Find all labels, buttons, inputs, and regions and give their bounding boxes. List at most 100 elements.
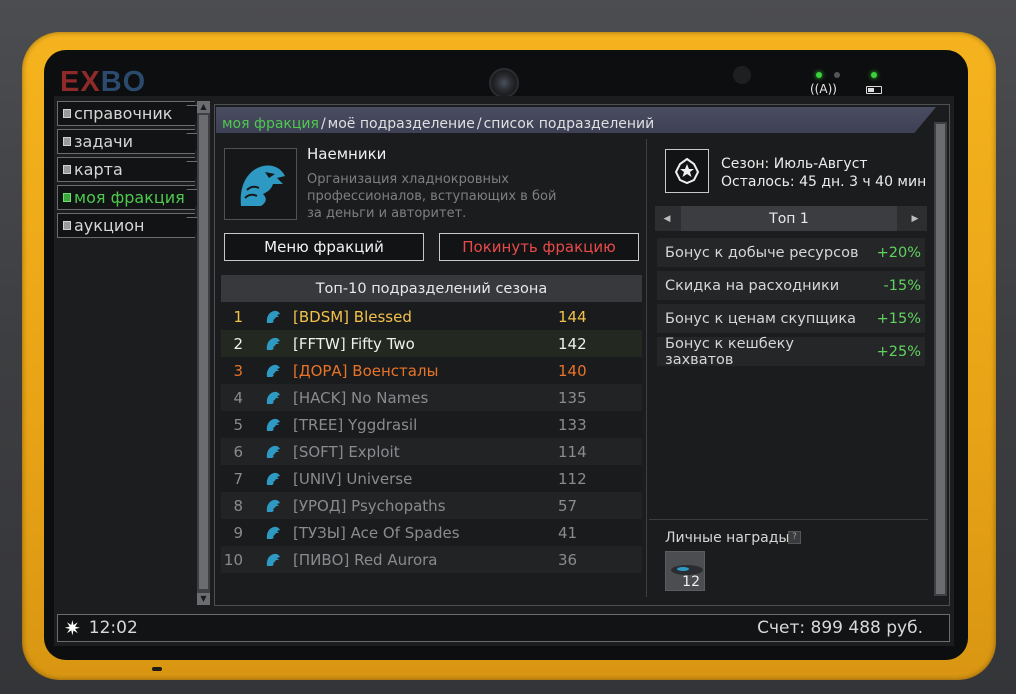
breadcrumb-item[interactable]: моё подразделение (328, 116, 475, 132)
leaderboard-row[interactable]: 4 [HACK] No Names 135 (221, 384, 642, 411)
faction-eagle-icon (253, 309, 293, 325)
scroll-down-icon[interactable]: ▼ (197, 593, 210, 605)
leaderboard-row[interactable]: 7 [UNIV] Universe 112 (221, 465, 642, 492)
leaderboard-row[interactable]: 10 [ПИВО] Red Aurora 36 (221, 546, 642, 573)
sun-icon: ✷ (64, 616, 81, 640)
sidebar-item[interactable]: аукцион (57, 213, 195, 238)
bullet-icon (63, 165, 71, 174)
squad-name: [ТУЗЫ] Ace Of Spades (293, 523, 460, 542)
season-badge (665, 149, 709, 193)
season-remaining: Осталось: 45 дн. 3 ч 40 мин (721, 174, 927, 190)
balance-text: Счет: 899 488 руб. (757, 618, 923, 638)
status-led (816, 72, 822, 78)
sidebar-item[interactable]: моя фракция (57, 185, 195, 210)
section-divider (649, 519, 928, 520)
squad-score: 142 (558, 334, 587, 353)
squad-name: [ДОРА] Военсталы (293, 361, 439, 380)
rank-number: 3 (233, 361, 243, 380)
squad-score: 114 (558, 442, 587, 461)
reward-item[interactable]: 12 (665, 551, 705, 591)
eagle-head-icon (240, 165, 285, 206)
panel-divider (646, 139, 647, 597)
leave-faction-button[interactable]: Покинуть фракцию (439, 233, 639, 261)
sidebar-item[interactable]: справочник (57, 101, 195, 126)
scroll-thumb[interactable] (936, 124, 945, 594)
leaderboard-row[interactable]: 3 [ДОРА] Военсталы 140 (221, 357, 642, 384)
rank-number: 4 (233, 388, 243, 407)
squad-score: 133 (558, 415, 587, 434)
next-tier-icon[interactable]: ▶ (903, 206, 927, 231)
season-info: Сезон: Июль-Август Осталось: 45 дн. 3 ч … (721, 155, 926, 191)
reward-count: 12 (682, 574, 700, 590)
scroll-up-icon[interactable]: ▲ (197, 101, 210, 113)
faction-eagle-icon (253, 336, 293, 352)
tier-selector: ◀ Топ 1 ▶ (655, 206, 927, 231)
bonus-value: -15% (883, 277, 921, 294)
bonus-value: +25% (876, 343, 921, 360)
leaderboard-row[interactable]: 8 [УРОД] Psychopaths 57 (221, 492, 642, 519)
bonus-label: Бонус к кешбеку захватов (665, 335, 794, 368)
logo-left: EX (60, 66, 101, 98)
content-scrollbar[interactable] (934, 122, 947, 596)
sidebar-item-label: карта (74, 160, 123, 179)
brand-logo: EXBO (60, 66, 146, 99)
sidebar-item-label: задачи (74, 132, 134, 151)
leaderboard-row[interactable]: 6 [SOFT] Exploit 114 (221, 438, 642, 465)
tier-label: Топ 1 (681, 206, 897, 231)
sidebar-item-label: справочник (74, 104, 173, 123)
svg-text:((A)): ((A)) (810, 82, 837, 96)
sidebar-item[interactable]: карта (57, 157, 195, 182)
rank-number: 10 (223, 550, 243, 569)
leaderboard-title: Топ-10 подразделений сезона (221, 275, 642, 302)
sensor-icon (733, 66, 751, 84)
rank-number: 9 (233, 523, 243, 542)
squad-name: [HACK] No Names (293, 388, 429, 407)
faction-name: Наемники (307, 145, 387, 163)
prev-tier-icon[interactable]: ◀ (655, 206, 679, 231)
sidebar-item-label: моя фракция (74, 188, 185, 207)
squad-score: 36 (558, 550, 578, 569)
sidebar-item-label: аукцион (74, 216, 145, 235)
leaderboard-row[interactable]: 9 [ТУЗЫ] Ace Of Spades 41 (221, 519, 642, 546)
sidebar-item[interactable]: задачи (57, 129, 195, 154)
sidebar-scrollbar[interactable]: ▲ ▼ (197, 101, 210, 605)
help-icon[interactable]: ? (788, 531, 801, 544)
faction-eagle-icon (253, 363, 293, 379)
bonus-row: Бонус к ценам скупщика +15% (657, 304, 925, 333)
faction-menu-button[interactable]: Меню фракций (224, 233, 424, 261)
leaderboard-row[interactable]: 2 [FFTW] Fifty Two 142 (221, 330, 642, 357)
faction-eagle-icon (253, 552, 293, 568)
rank-number: 1 (233, 307, 243, 326)
faction-eagle-icon (253, 498, 293, 514)
bullet-icon (63, 193, 71, 202)
breadcrumb-item[interactable]: список подразделений (484, 116, 655, 132)
breadcrumb-separator: / (320, 116, 326, 132)
squad-name: [ПИВО] Red Aurora (293, 550, 438, 569)
squad-name: [TREE] Yggdrasil (293, 415, 418, 434)
breadcrumb: моя фракция / моё подразделение / список… (216, 107, 936, 133)
leaderboard-row[interactable]: 1 [BDSM] Blessed 144 (221, 303, 642, 330)
season-name: Сезон: Июль-Август (721, 156, 868, 172)
faction-eagle-icon (253, 525, 293, 541)
bullet-icon (63, 109, 71, 118)
faction-eagle-icon (253, 390, 293, 406)
bonus-label: Бонус к добыче ресурсов (665, 244, 859, 261)
squad-name: [SOFT] Exploit (293, 442, 400, 461)
bullet-icon (63, 221, 71, 230)
leaderboard-row[interactable]: 5 [TREE] Yggdrasil 133 (221, 411, 642, 438)
bonus-value: +20% (876, 244, 921, 261)
squad-score: 41 (558, 523, 578, 542)
faction-eagle-icon (253, 444, 293, 460)
scroll-thumb[interactable] (199, 115, 208, 589)
device-slot (152, 667, 162, 671)
camera-icon (489, 68, 519, 98)
bonus-label: Скидка на расходники (665, 277, 840, 294)
squad-name: [FFTW] Fifty Two (293, 334, 415, 353)
breadcrumb-item[interactable]: моя фракция (222, 116, 319, 132)
squad-score: 144 (558, 307, 587, 326)
faction-eagle-icon (253, 471, 293, 487)
battery-icon (866, 86, 882, 94)
squad-name: [BDSM] Blessed (293, 307, 412, 326)
squad-name: [УРОД] Psychopaths (293, 496, 446, 515)
bonus-value: +15% (876, 310, 921, 327)
